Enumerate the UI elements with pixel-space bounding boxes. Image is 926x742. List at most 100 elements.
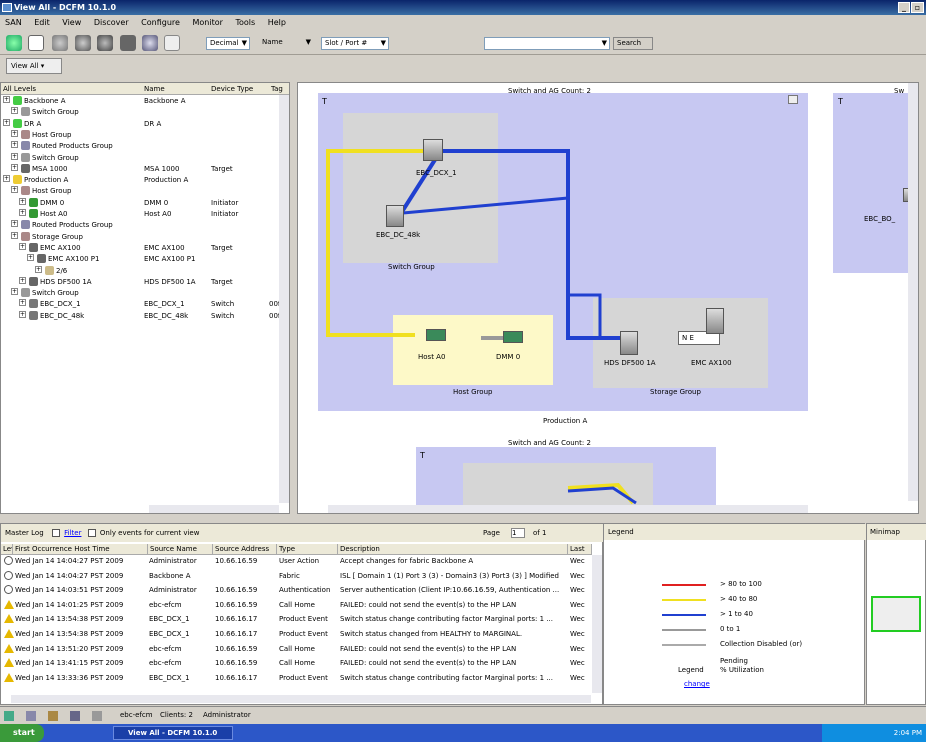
tree-row[interactable]: + Switch Group — [1, 152, 283, 164]
expand-toggle[interactable]: + — [11, 141, 18, 149]
tree-row[interactable]: + Host Group — [1, 186, 283, 197]
tree-row[interactable]: + Production A Production A — [1, 175, 283, 186]
tree-row[interactable]: + Switch Group — [1, 288, 283, 299]
expand-toggle[interactable]: + — [19, 197, 26, 205]
storage-icon[interactable] — [120, 35, 136, 51]
log-row[interactable]: Wed Jan 14 14:04:27 PST 2009 Backbone A Fa… — [1, 570, 601, 582]
legend-change-link[interactable]: change — [684, 680, 710, 688]
tree-row[interactable]: + Host Group — [1, 129, 283, 141]
expand-toggle[interactable]: + — [11, 231, 18, 239]
filter-link[interactable]: Filter — [64, 529, 81, 537]
copy-icon[interactable] — [164, 35, 180, 51]
zone-icon[interactable] — [52, 35, 68, 51]
col-device-type[interactable]: Device Type — [211, 85, 253, 93]
log-row[interactable]: Wed Jan 14 13:54:38 PST 2009 EBC_DCX_1 10.… — [1, 629, 601, 640]
maximize-button[interactable]: ▫ — [911, 2, 924, 13]
canvas-vscroll[interactable] — [908, 83, 918, 501]
slot-port-select[interactable]: Slot / Port # ▼ — [321, 37, 389, 50]
log-row[interactable]: Wed Jan 14 13:33:36 PST 2009 EBC_DCX_1 10.… — [1, 672, 601, 684]
col-tag[interactable]: Tag — [271, 85, 283, 93]
log-row[interactable]: Wed Jan 14 14:03:51 PST 2009 Administrato… — [1, 585, 601, 596]
expand-toggle[interactable]: + — [27, 254, 34, 262]
expand-toggle[interactable]: + — [11, 220, 18, 228]
log-col-desc[interactable]: Description — [338, 544, 568, 555]
tree-row[interactable]: + Routed Products Group — [1, 141, 283, 152]
page-input[interactable]: 1 — [511, 528, 525, 538]
expand-toggle[interactable]: + — [11, 163, 18, 171]
expand-toggle[interactable]: + — [19, 310, 26, 318]
tree-row[interactable]: + Storage Group — [1, 231, 283, 243]
log-col-type[interactable]: Type — [277, 544, 338, 555]
device-icon[interactable] — [75, 35, 91, 51]
log-row[interactable]: Wed Jan 14 13:54:38 PST 2009 EBC_DCX_1 10.… — [1, 614, 601, 625]
log-row[interactable]: Wed Jan 14 14:01:25 PST 2009 ebc-efcm 10.6… — [1, 599, 601, 611]
connect-icon[interactable] — [97, 35, 113, 51]
expand-toggle[interactable]: + — [11, 129, 18, 137]
minimize-button[interactable]: _ — [898, 2, 910, 13]
log-vscroll[interactable] — [592, 555, 602, 693]
menu-configure[interactable]: Configure — [141, 18, 180, 27]
tree-row[interactable]: + Backbone A Backbone A — [1, 96, 283, 107]
start-button[interactable]: start — [0, 724, 44, 742]
log-row[interactable]: Wed Jan 14 14:04:27 PST 2009 Administrato… — [1, 556, 601, 567]
expand-toggle[interactable]: + — [19, 276, 26, 284]
tree-row[interactable]: + Host A0 Host A0 Initiator — [1, 209, 283, 220]
name-select[interactable]: Name ▼ — [259, 37, 313, 50]
menu-tools[interactable]: Tools — [235, 18, 255, 27]
search-input[interactable]: ▼ — [484, 37, 610, 50]
menu-monitor[interactable]: Monitor — [192, 18, 222, 27]
tree-row[interactable]: + Routed Products Group — [1, 220, 283, 231]
expand-toggle[interactable]: + — [3, 175, 10, 183]
minimap-viewport[interactable] — [871, 596, 921, 632]
filter-checkbox[interactable] — [51, 529, 60, 537]
taskbar-item-dcfm[interactable]: View All - DCFM 10.1.0 — [113, 726, 233, 740]
clock: 2:04 PM — [893, 729, 922, 737]
col-all-levels[interactable]: All Levels — [3, 85, 36, 93]
tree-vscroll[interactable] — [279, 95, 289, 503]
expand-toggle[interactable]: + — [11, 107, 18, 115]
expand-toggle[interactable]: + — [19, 209, 26, 216]
canvas-hscroll[interactable] — [328, 505, 808, 513]
hosts-icon[interactable] — [142, 35, 158, 51]
tree-row[interactable]: + EMC AX100 EMC AX100 Target — [1, 242, 283, 254]
expand-toggle[interactable]: + — [19, 299, 26, 307]
log-hscroll[interactable] — [11, 695, 591, 703]
tree-row[interactable]: + DR A DR A — [1, 118, 283, 130]
menu-edit[interactable]: Edit — [34, 18, 50, 27]
tree-row[interactable]: + EBC_DC_48k EBC_DC_48k Switch 00ff — [1, 310, 283, 322]
tree-row[interactable]: + DMM 0 DMM 0 Initiator — [1, 197, 283, 209]
expand-toggle[interactable]: + — [3, 96, 10, 103]
tree-row[interactable]: + Switch Group — [1, 107, 283, 118]
expand-toggle[interactable]: + — [35, 265, 42, 273]
search-button[interactable]: Search — [613, 37, 653, 50]
expand-toggle[interactable]: + — [11, 186, 18, 194]
log-col-last[interactable]: Last — [568, 544, 592, 555]
tree-row-label: Routed Products Group — [32, 221, 113, 230]
expand-toggle[interactable]: + — [11, 152, 18, 160]
menu-discover[interactable]: Discover — [94, 18, 129, 27]
expand-toggle[interactable]: + — [11, 288, 18, 296]
log-row[interactable]: Wed Jan 14 13:41:15 PST 2009 ebc-efcm 10.6… — [1, 658, 601, 669]
log-col-addr[interactable]: Source Address — [213, 544, 277, 555]
tree-row[interactable]: +2/6 — [1, 265, 283, 277]
tree-row[interactable]: + HDS DF500 1A HDS DF500 1A Target — [1, 276, 283, 288]
checkbox-tool-icon[interactable] — [28, 35, 44, 51]
tree-hscroll[interactable] — [149, 505, 279, 513]
tree-row[interactable]: + EMC AX100 P1 EMC AX100 P1 — [1, 254, 283, 265]
expand-toggle[interactable]: + — [3, 118, 10, 126]
menu-view[interactable]: View — [62, 18, 81, 27]
menu-help[interactable]: Help — [268, 18, 286, 27]
tree-row[interactable]: + EBC_DCX_1 EBC_DCX_1 Switch 00ff — [1, 299, 283, 310]
log-col-source[interactable]: Source Name — [148, 544, 213, 555]
col-name[interactable]: Name — [144, 85, 165, 93]
menu-san[interactable]: SAN — [5, 18, 22, 27]
log-col-time[interactable]: First Occurrence Host Time — [13, 544, 148, 555]
log-row[interactable]: Wed Jan 14 13:51:20 PST 2009 ebc-efcm 10.6… — [1, 643, 601, 655]
expand-toggle[interactable]: + — [19, 242, 26, 250]
discover-icon[interactable] — [6, 35, 22, 51]
only-events-checkbox[interactable] — [87, 529, 96, 537]
decimal-select[interactable]: Decimal ▼ — [206, 37, 250, 50]
log-col-level[interactable]: Level — [1, 544, 13, 555]
view-all-tab[interactable]: View All ▾ — [6, 58, 62, 74]
tree-row[interactable]: + MSA 1000 MSA 1000 Target — [1, 163, 283, 175]
